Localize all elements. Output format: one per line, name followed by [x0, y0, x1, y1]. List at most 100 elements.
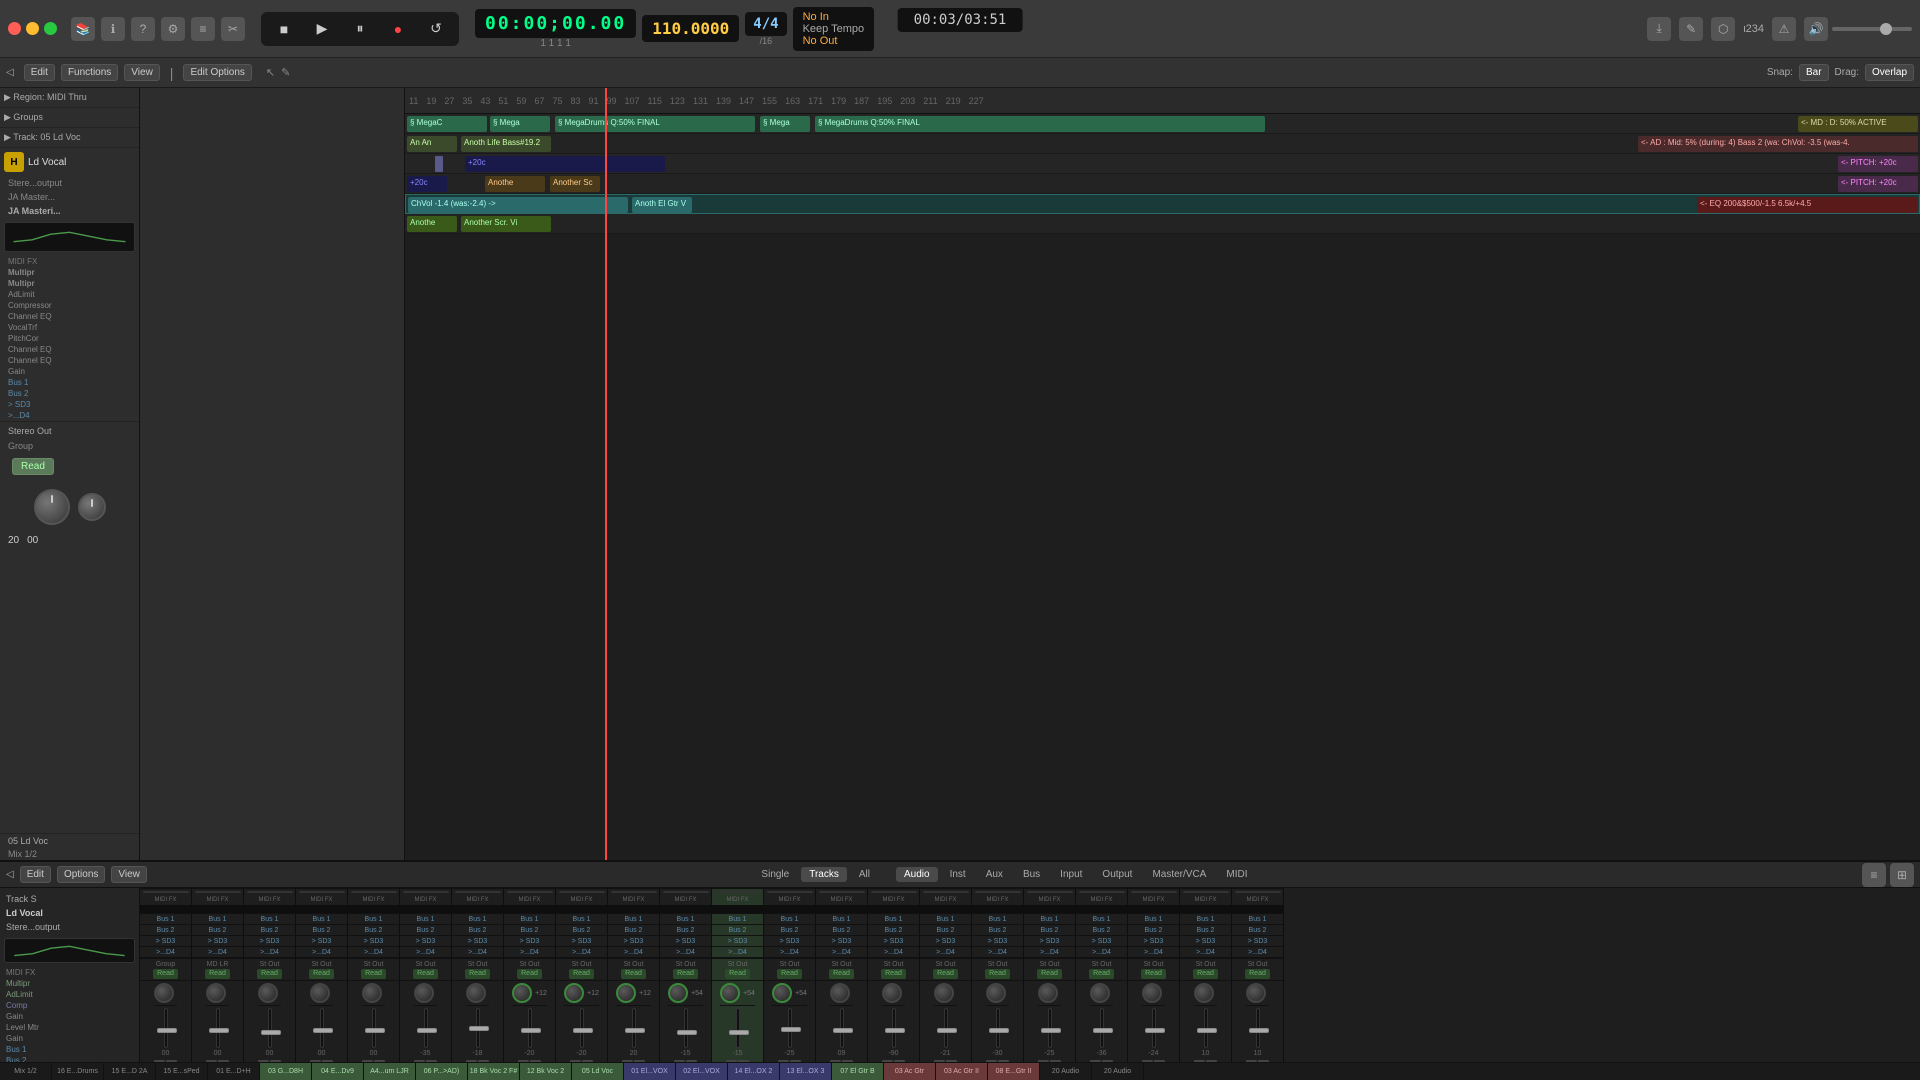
ch-fader-handle-14[interactable]: [885, 1028, 905, 1033]
info-icon[interactable]: ℹ: [101, 17, 125, 41]
alert-icon[interactable]: ⚠: [1772, 17, 1796, 41]
ch-knob-16[interactable]: [986, 983, 1006, 1003]
ch-eq-12[interactable]: [767, 891, 813, 893]
sidebar-gain[interactable]: Gain: [0, 366, 139, 377]
ch-knob-2[interactable]: [258, 983, 278, 1003]
ch-fader-track-20[interactable]: [1204, 1008, 1208, 1048]
ch-eq-14[interactable]: [871, 891, 917, 893]
ch-fader-handle-12[interactable]: [781, 1027, 801, 1032]
clip-bass-1[interactable]: An An: [407, 136, 457, 152]
ch-read-btn-10[interactable]: Read: [673, 969, 698, 979]
loop-button[interactable]: ↺: [423, 16, 449, 42]
scissors-icon[interactable]: ✂: [221, 17, 245, 41]
ch-fader-handle-11[interactable]: [729, 1030, 749, 1035]
plugin-multipr2[interactable]: Multipr: [0, 278, 139, 289]
mixer-icon[interactable]: ≡: [191, 17, 215, 41]
mixer-section-aux[interactable]: Aux: [978, 867, 1011, 882]
ch-knob-14[interactable]: [882, 983, 902, 1003]
ch-fader-handle-5[interactable]: [417, 1028, 437, 1033]
snap-value[interactable]: Bar: [1799, 64, 1829, 81]
clip-bkvoc-another[interactable]: Another Sc: [550, 176, 600, 192]
mixer-options-menu[interactable]: Options: [57, 866, 105, 883]
ch-knob-12[interactable]: [772, 983, 792, 1003]
ch-fader-track-7[interactable]: [528, 1008, 532, 1048]
clip-ldvoc-main[interactable]: ChVol -1.4 (was:-2.4) ->: [408, 197, 628, 213]
ch-knob-4[interactable]: [362, 983, 382, 1003]
ch-fader-track-15[interactable]: [944, 1008, 948, 1048]
ch-eq-13[interactable]: [819, 891, 865, 893]
mixer-tab-tracks[interactable]: Tracks: [801, 867, 847, 882]
ch-read-btn-0[interactable]: Read: [153, 969, 178, 979]
clip-bass-meta[interactable]: <- AD : Mid: 5% (during: 4) Bass 2 (wa: …: [1638, 136, 1918, 152]
clip-bkvoc2-note[interactable]: +20c: [465, 156, 665, 172]
ch-fader-track-12[interactable]: [788, 1008, 792, 1048]
ch-fader-track-1[interactable]: [216, 1008, 220, 1048]
ch-read-btn-13[interactable]: Read: [829, 969, 854, 979]
ch-eq-5[interactable]: [403, 891, 449, 893]
ch-fader-handle-18[interactable]: [1093, 1028, 1113, 1033]
clip-drums-meta[interactable]: <- MD : D: 50% ACTIVE: [1798, 116, 1918, 132]
ch-fader-track-5[interactable]: [424, 1008, 428, 1048]
ch-knob-11[interactable]: [720, 983, 740, 1003]
help-icon[interactable]: ?: [131, 17, 155, 41]
mixer-left-multipr[interactable]: Multipr: [4, 978, 135, 989]
track-lane-1[interactable]: § MegaC § Mega § MegaDrums Q:50% FINAL §…: [405, 114, 1920, 134]
plugin-adlimit[interactable]: AdLimit: [0, 289, 139, 300]
stop-button[interactable]: ■: [271, 16, 297, 42]
clip-ldvoc-meta[interactable]: <- EQ 200&$500/-1.5 6.5k/+4.5: [1697, 197, 1917, 213]
ch-fader-handle-19[interactable]: [1145, 1028, 1165, 1033]
timesig-value[interactable]: 4/4: [745, 12, 786, 36]
ch-read-btn-16[interactable]: Read: [985, 969, 1010, 979]
pause-button[interactable]: ⏸: [347, 16, 373, 42]
ch-fader-handle-17[interactable]: [1041, 1028, 1061, 1033]
mixer-tab-all[interactable]: All: [851, 867, 878, 882]
ch-fader-track-8[interactable]: [580, 1008, 584, 1048]
ch-fader-track-2[interactable]: [268, 1008, 272, 1048]
ch-read-btn-6[interactable]: Read: [465, 969, 490, 979]
edit-icon[interactable]: ✎: [1679, 17, 1703, 41]
ch-eq-2[interactable]: [247, 891, 293, 893]
ch-eq-21[interactable]: [1235, 891, 1281, 893]
track-lane-2[interactable]: An An Anoth Life Bass#19.2 <- AD : Mid: …: [405, 134, 1920, 154]
ch-eq-11[interactable]: [715, 891, 761, 893]
clip-drums-2[interactable]: § Mega: [490, 116, 550, 132]
sidebar-chan-eq3[interactable]: Channel EQ: [0, 355, 139, 366]
play-button[interactable]: ▶: [309, 16, 335, 42]
ch-knob-9[interactable]: [616, 983, 636, 1003]
ch-eq-17[interactable]: [1027, 891, 1073, 893]
ch-fader-track-19[interactable]: [1152, 1008, 1156, 1048]
ch-read-btn-18[interactable]: Read: [1089, 969, 1114, 979]
ch-read-btn-2[interactable]: Read: [257, 969, 282, 979]
ch-fader-handle-20[interactable]: [1197, 1028, 1217, 1033]
ch-fader-track-14[interactable]: [892, 1008, 896, 1048]
sidebar-read-button[interactable]: Read: [12, 458, 54, 475]
ch-read-btn-21[interactable]: Read: [1245, 969, 1270, 979]
tempo-value[interactable]: 110.0000: [642, 15, 739, 42]
mixer-left-adlimit[interactable]: AdLimit: [4, 989, 135, 1000]
ch-fader-track-17[interactable]: [1048, 1008, 1052, 1048]
track-lane-5[interactable]: ChVol -1.4 (was:-2.4) -> Anoth El Gtr V …: [405, 194, 1920, 214]
ch-eq-0[interactable]: [143, 891, 189, 893]
minimize-button[interactable]: [26, 22, 39, 35]
settings-icon[interactable]: ⚙: [161, 17, 185, 41]
ch-fader-track-16[interactable]: [996, 1008, 1000, 1048]
ch-eq-7[interactable]: [507, 891, 553, 893]
ch-eq-9[interactable]: [611, 891, 657, 893]
ch-read-btn-3[interactable]: Read: [309, 969, 334, 979]
maximize-button[interactable]: [44, 22, 57, 35]
ch-knob-17[interactable]: [1038, 983, 1058, 1003]
track-lane-4[interactable]: +20c Anothe Another Sc <- PITCH: +20c: [405, 174, 1920, 194]
sidebar-comp[interactable]: Compressor: [0, 300, 139, 311]
sidebar-pan-knob[interactable]: [78, 493, 106, 521]
sidebar-pc[interactable]: PitchCor: [0, 333, 139, 344]
ch-read-btn-17[interactable]: Read: [1037, 969, 1062, 979]
ch-read-btn-20[interactable]: Read: [1193, 969, 1218, 979]
ch-knob-0[interactable]: [154, 983, 174, 1003]
clip-drums-5[interactable]: § MegaDrums Q:50% FINAL: [815, 116, 1265, 132]
ch-read-btn-19[interactable]: Read: [1141, 969, 1166, 979]
mixer-section-midi[interactable]: MIDI: [1218, 867, 1255, 882]
ch-fader-track-9[interactable]: [632, 1008, 636, 1048]
ch-fader-handle-16[interactable]: [989, 1028, 1009, 1033]
ch-fader-track-6[interactable]: [476, 1008, 480, 1048]
ch-read-btn-7[interactable]: Read: [517, 969, 542, 979]
